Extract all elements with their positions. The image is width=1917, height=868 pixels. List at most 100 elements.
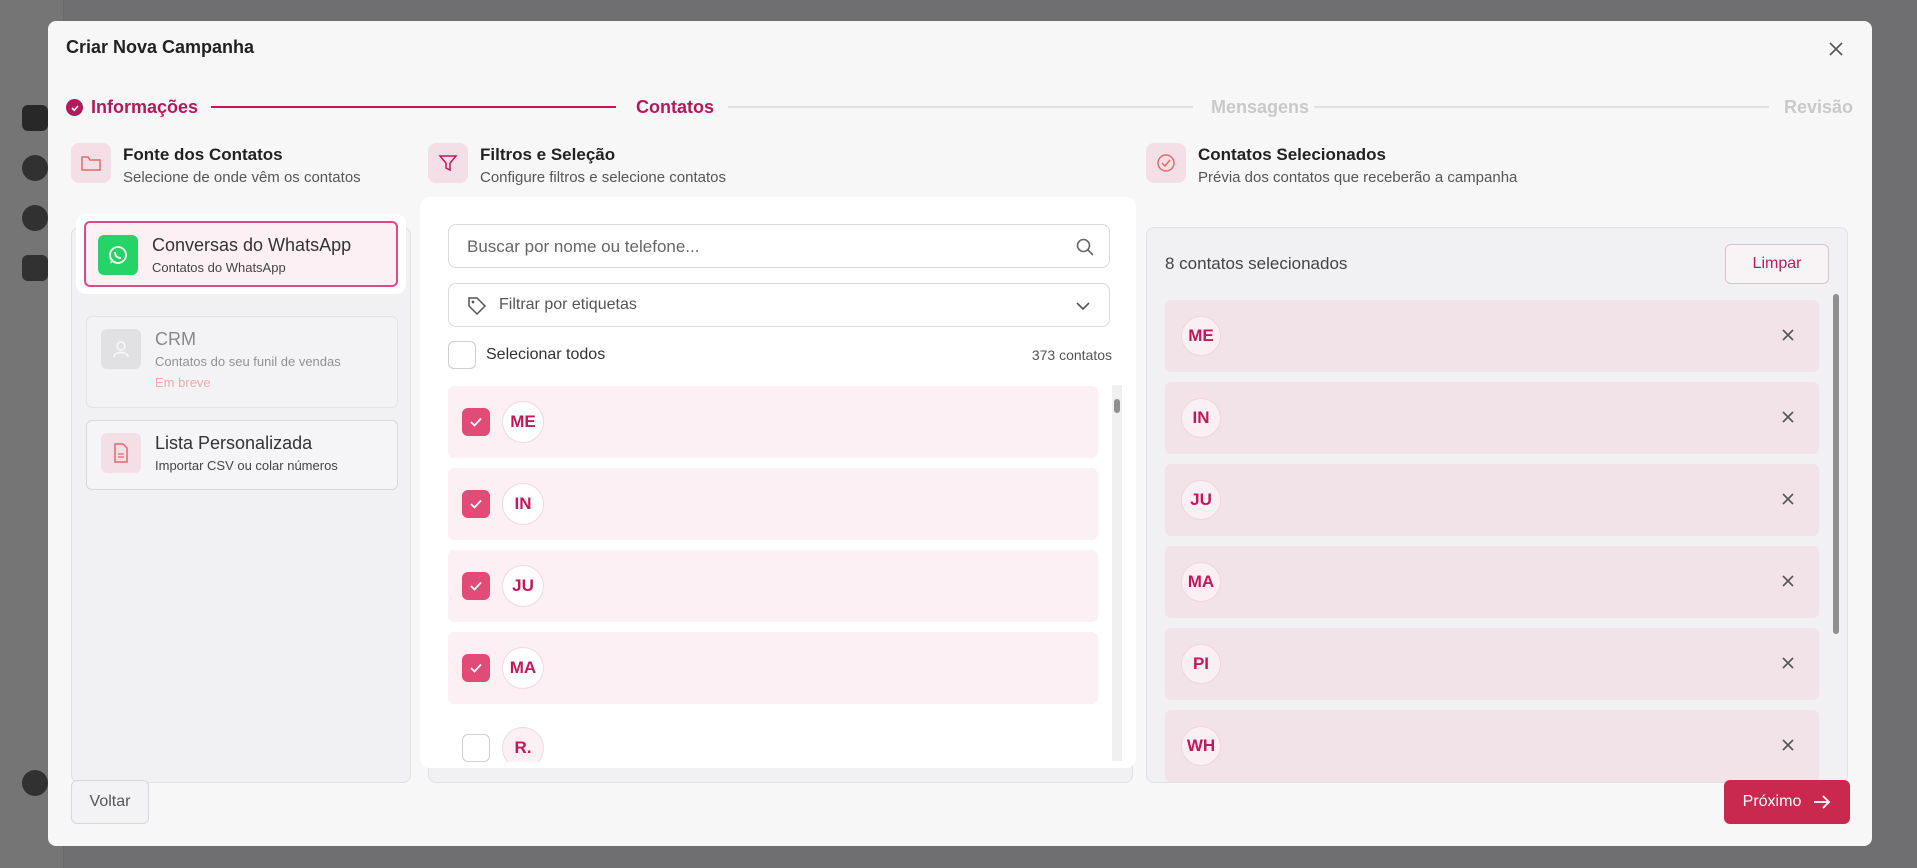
source-title: Fonte dos Contatos xyxy=(123,145,283,164)
source-option-subtitle: Contatos do seu funil de vendas xyxy=(155,354,341,369)
scrollbar-thumb[interactable] xyxy=(1114,399,1120,413)
select-all-label: Selecionar todos xyxy=(486,346,606,363)
whatsapp-icon xyxy=(98,235,138,275)
next-label: Próximo xyxy=(1742,793,1802,810)
avatar: MA xyxy=(1181,562,1221,602)
source-option-subtitle: Importar CSV ou colar números xyxy=(155,458,338,473)
remove-icon[interactable] xyxy=(1779,654,1797,672)
tag-filter-label: Filtrar por etiquetas xyxy=(499,296,637,313)
tag-filter-select[interactable]: Filtrar por etiquetas xyxy=(448,283,1110,327)
avatar: R. xyxy=(502,727,544,762)
source-option-custom-list[interactable]: Lista Personalizada Importar CSV ou cola… xyxy=(86,420,398,490)
search-icon xyxy=(1076,238,1094,256)
source-option-crm: CRM Contatos do seu funil de vendas Em b… xyxy=(86,316,398,408)
selected-contact: ME xyxy=(1165,300,1819,372)
filters-subtitle: Configure filtros e selecione contatos xyxy=(480,169,726,186)
avatar: IN xyxy=(1181,398,1221,438)
selected-header: Contatos Selecionados Prévia dos contato… xyxy=(1146,143,1517,186)
folder-icon xyxy=(71,143,111,183)
contact-row[interactable]: JU xyxy=(448,550,1098,622)
avatar: JU xyxy=(502,565,544,607)
step-contatos[interactable]: Contatos xyxy=(636,97,714,118)
remove-icon[interactable] xyxy=(1779,572,1797,590)
avatar: ME xyxy=(502,401,544,443)
selected-subtitle: Prévia dos contatos que receberão a camp… xyxy=(1198,169,1518,186)
selected-contact: JU xyxy=(1165,464,1819,536)
step-label: Informações xyxy=(91,97,199,117)
file-icon xyxy=(101,433,141,473)
search-field[interactable] xyxy=(448,224,1110,268)
back-button[interactable]: Voltar xyxy=(71,780,149,824)
close-icon xyxy=(1829,42,1843,56)
contact-checkbox[interactable] xyxy=(462,408,490,436)
selected-contact: IN xyxy=(1165,382,1819,454)
campaign-stepper: Informações Contatos Mensagens Revisão xyxy=(66,93,1856,123)
selected-contact: WH xyxy=(1165,710,1819,782)
filters-panel: Filtrar por etiquetas Selecionar todos 3… xyxy=(420,197,1136,768)
check-icon xyxy=(470,663,482,673)
check-circle-icon xyxy=(1146,143,1186,183)
check-circle-icon xyxy=(66,99,83,116)
selected-contact: PI xyxy=(1165,628,1819,700)
selected-panel: 8 contatos selecionados Limpar ME IN JU … xyxy=(1146,227,1848,783)
contact-checkbox[interactable] xyxy=(462,572,490,600)
selected-scrollbar[interactable] xyxy=(1831,280,1841,770)
remove-icon[interactable] xyxy=(1779,490,1797,508)
contact-checkbox[interactable] xyxy=(462,734,490,762)
contact-checkbox[interactable] xyxy=(462,490,490,518)
select-all[interactable]: Selecionar todos xyxy=(448,341,605,369)
tag-icon xyxy=(468,297,487,316)
source-header: Fonte dos Contatos Selecione de onde vêm… xyxy=(71,143,361,186)
avatar: MA xyxy=(502,647,544,689)
stepper-line-done xyxy=(211,106,616,108)
remove-icon[interactable] xyxy=(1779,408,1797,426)
avatar: WH xyxy=(1181,726,1221,766)
contact-row[interactable]: MA xyxy=(448,632,1098,704)
filters-header: Filtros e Seleção Configure filtros e se… xyxy=(428,143,726,186)
contact-list-scrollbar[interactable] xyxy=(1112,385,1122,761)
scrollbar-thumb[interactable] xyxy=(1833,294,1839,634)
contacts-count: 373 contatos xyxy=(1031,347,1112,363)
source-option-whatsapp[interactable]: Conversas do WhatsApp Contatos do WhatsA… xyxy=(84,221,398,287)
crm-icon xyxy=(101,329,141,369)
step-mensagens: Mensagens xyxy=(1211,97,1310,117)
stepper-line xyxy=(728,106,1193,108)
selected-contact: MA xyxy=(1165,546,1819,618)
contact-checkbox[interactable] xyxy=(462,654,490,682)
check-icon xyxy=(470,499,482,509)
contact-row[interactable]: IN xyxy=(448,468,1098,540)
search-input[interactable] xyxy=(467,235,1057,259)
source-option-subtitle: Contatos do WhatsApp xyxy=(152,260,286,275)
source-option-title: CRM xyxy=(155,329,196,349)
source-panel: CRM Contatos do seu funil de vendas Em b… xyxy=(71,227,411,783)
contact-row[interactable]: R. xyxy=(448,712,1098,762)
step-revisao: Revisão xyxy=(1784,97,1854,117)
selected-title: Contatos Selecionados xyxy=(1198,145,1386,164)
filters-title: Filtros e Seleção xyxy=(480,145,616,164)
avatar: JU xyxy=(1181,480,1221,520)
source-option-title: Conversas do WhatsApp xyxy=(152,235,352,255)
arrow-right-icon xyxy=(1814,795,1831,809)
avatar: PI xyxy=(1181,644,1221,684)
check-icon xyxy=(470,417,482,427)
chevron-down-icon xyxy=(1076,302,1090,311)
selected-count: 8 contatos selecionados xyxy=(1165,254,1348,273)
source-subtitle: Selecione de onde vêm os contatos xyxy=(123,169,361,186)
coming-soon-badge: Em breve xyxy=(155,375,211,390)
step-informacoes[interactable]: Informações xyxy=(66,97,198,118)
remove-icon[interactable] xyxy=(1779,326,1797,344)
contact-row[interactable]: ME xyxy=(448,386,1098,458)
close-button[interactable] xyxy=(1822,35,1850,63)
next-button[interactable]: Próximo xyxy=(1724,780,1850,824)
contact-list: ME IN JU MA R. xyxy=(448,386,1098,762)
check-icon xyxy=(470,581,482,591)
source-option-whatsapp-highlight: Conversas do WhatsApp Contatos do WhatsA… xyxy=(76,214,406,294)
avatar: IN xyxy=(502,483,544,525)
avatar: ME xyxy=(1181,316,1221,356)
stepper-line xyxy=(1314,106,1769,108)
select-all-checkbox[interactable] xyxy=(448,341,476,369)
remove-icon[interactable] xyxy=(1779,736,1797,754)
clear-button[interactable]: Limpar xyxy=(1725,244,1829,284)
source-option-title: Lista Personalizada xyxy=(155,433,313,453)
modal-title: Criar Nova Campanha xyxy=(66,37,255,57)
